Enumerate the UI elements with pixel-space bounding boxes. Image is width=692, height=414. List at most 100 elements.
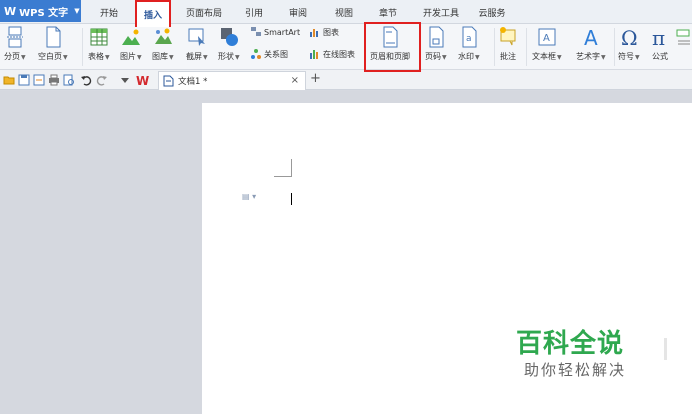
highlight-box <box>364 22 421 72</box>
svg-text:W: W <box>136 74 149 86</box>
save-icon[interactable] <box>18 74 30 86</box>
separator <box>494 28 495 66</box>
blank-page-icon <box>46 26 61 48</box>
tab-home[interactable]: 开始 <box>90 0 128 24</box>
table-button[interactable]: 表格▼ <box>88 26 110 62</box>
textbox-button[interactable]: A 文本框▼ <box>532 26 562 62</box>
ribbon: 分页▼ 空白页▼ 表格▼ 图片▼ 图库▼ 截屏▼ 形状▼ SmartArt 图表… <box>0 24 692 70</box>
wordart-icon: A <box>584 26 598 48</box>
table-icon <box>90 28 108 46</box>
watermark-title: 百科全说 <box>516 329 625 359</box>
app-menu-button[interactable]: W WPS 文字 ▼ <box>0 0 81 22</box>
tab-references[interactable]: 引用 <box>236 0 272 24</box>
gallery-label: 图库 <box>152 52 168 61</box>
document-icon <box>163 75 174 87</box>
online-chart-button[interactable]: 在线图表 <box>309 48 355 60</box>
text-cursor <box>291 193 292 205</box>
tab-page-layout[interactable]: 页面布局 <box>178 0 230 24</box>
separator <box>614 28 615 66</box>
omega-icon: Ω <box>621 26 638 48</box>
textbox-icon: A <box>538 28 556 46</box>
page-number-icon <box>429 26 444 48</box>
close-tab-icon[interactable]: × <box>291 75 299 86</box>
symbol-button[interactable]: Ω 符号▼ <box>618 26 640 62</box>
print-icon[interactable] <box>48 74 60 86</box>
app-name: WPS 文字 <box>19 7 69 19</box>
svg-text:A: A <box>584 26 598 48</box>
watermark-label: 水印 <box>458 52 474 61</box>
smartart-icon <box>251 27 261 36</box>
formula-label: 公式 <box>652 52 668 61</box>
document-tab[interactable]: 文档1 * × <box>158 71 306 90</box>
watermark-divider <box>664 338 667 360</box>
save-as-icon[interactable] <box>33 74 45 86</box>
wps-home-icon[interactable]: W <box>136 74 150 86</box>
pi-icon: π <box>652 26 665 48</box>
customize-dropdown-icon[interactable] <box>120 76 130 84</box>
smartart-label: SmartArt <box>264 27 301 37</box>
wordart-label: 艺术字 <box>576 52 600 61</box>
relation-button[interactable]: 关系图 <box>250 48 288 60</box>
watermark-button[interactable]: a 水印▼ <box>458 26 480 62</box>
undo-icon[interactable] <box>80 74 92 86</box>
chevron-down-icon: ▼ <box>74 7 80 15</box>
textbox-label: 文本框 <box>532 52 556 61</box>
tab-cloud[interactable]: 云服务 <box>472 0 512 24</box>
redo-icon[interactable] <box>96 74 108 86</box>
formula-button[interactable]: π 公式 <box>650 26 670 62</box>
relation-icon <box>251 49 261 59</box>
wordart-button[interactable]: A 艺术字▼ <box>576 26 606 62</box>
relation-label: 关系图 <box>264 49 288 59</box>
gallery-button[interactable]: 图库▼ <box>152 26 174 62</box>
comment-label: 批注 <box>500 52 516 61</box>
open-folder-icon[interactable] <box>3 74 15 86</box>
blank-page-label: 空白页 <box>38 52 62 61</box>
chart-button[interactable]: 图表 <box>309 26 339 38</box>
screenshot-icon <box>188 28 205 46</box>
page-number-label: 页码 <box>425 52 441 61</box>
online-chart-label: 在线图表 <box>323 49 355 59</box>
svg-text:A: A <box>543 33 550 44</box>
tab-review[interactable]: 审阅 <box>280 0 316 24</box>
margin-corner-mark <box>274 159 292 177</box>
separator <box>82 28 83 66</box>
picture-icon <box>121 29 140 45</box>
page-break-button[interactable]: 分页▼ <box>4 26 26 62</box>
shape-icon <box>220 28 238 46</box>
page-break-icon <box>6 26 23 48</box>
watermark-icon: a <box>462 26 477 48</box>
symbol-label: 符号 <box>618 52 634 61</box>
picture-label: 图片 <box>120 52 136 61</box>
wps-logo-icon: W <box>4 4 17 18</box>
tab-insert[interactable]: 插入 <box>135 0 171 27</box>
table-label: 表格 <box>88 52 104 61</box>
comment-button[interactable]: 批注 <box>498 26 518 62</box>
shape-label: 形状 <box>218 52 234 61</box>
smartart-button[interactable]: SmartArt <box>250 26 300 38</box>
picture-button[interactable]: 图片▼ <box>120 26 142 62</box>
tab-view[interactable]: 视图 <box>326 0 362 24</box>
svg-text:Ω: Ω <box>621 26 638 48</box>
shape-button[interactable]: 形状▼ <box>218 26 240 62</box>
comment-icon <box>500 27 516 46</box>
new-tab-icon[interactable]: + <box>310 71 321 86</box>
svg-text:a: a <box>466 34 472 44</box>
watermark-subtitle: 助你轻松解决 <box>524 361 627 379</box>
online-chart-icon <box>310 50 318 59</box>
paragraph-layout-icon[interactable]: ▤ ▾ <box>242 192 256 201</box>
tab-chapter[interactable]: 章节 <box>370 0 406 24</box>
screenshot-label: 截屏 <box>186 52 202 61</box>
chart-label: 图表 <box>323 27 339 37</box>
document-tab-title: 文档1 * <box>178 77 208 87</box>
bar-chart-icon <box>310 29 318 37</box>
blank-page-button[interactable]: 空白页▼ <box>38 26 68 62</box>
tab-developer[interactable]: 开发工具 <box>416 0 466 24</box>
svg-text:π: π <box>652 26 665 48</box>
screenshot-button[interactable]: 截屏▼ <box>186 26 208 62</box>
more-tools-icon <box>676 29 690 45</box>
page-number-button[interactable]: 页码▼ <box>425 26 447 62</box>
more-tools-button[interactable] <box>676 26 692 48</box>
menu-bar: W WPS 文字 ▼ 开始 插入 页面布局 引用 审阅 视图 章节 开发工具 云… <box>0 0 692 27</box>
print-preview-icon[interactable] <box>63 74 75 86</box>
gallery-icon <box>154 28 172 44</box>
